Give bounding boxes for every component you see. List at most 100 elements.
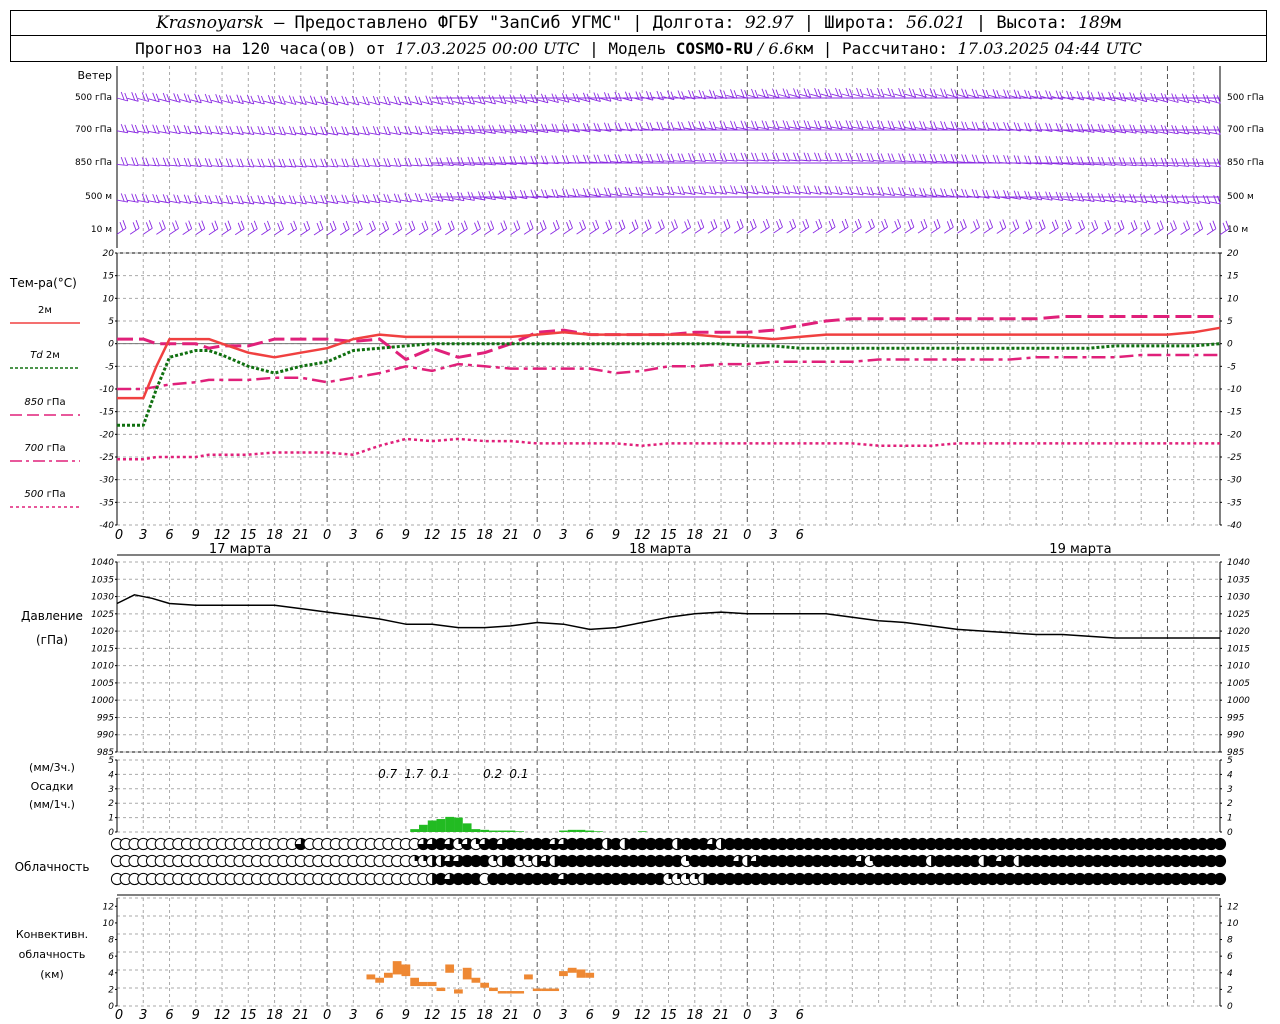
cloud-symbol — [1213, 854, 1227, 868]
x-hour-label-bottom: 18 — [476, 1008, 493, 1023]
temp-legend-prefix: 850 — [24, 397, 43, 408]
pressure-ytick-right: 1015 — [1227, 644, 1250, 654]
x-hour-label-bottom: 6 — [586, 1008, 594, 1023]
precip-bar — [567, 829, 577, 832]
x-hour-label-bottom: 15 — [240, 1008, 257, 1023]
x-hour-label-bottom: 21 — [713, 1008, 730, 1023]
x-hour-label-bottom: 9 — [192, 1008, 200, 1023]
x-hour-label: 21 — [713, 528, 730, 543]
precip-total-label: 0.2 — [483, 767, 502, 781]
x-hour-label-bottom: 6 — [165, 1008, 173, 1023]
pressure-ytick-left: 1000 — [91, 696, 114, 706]
precip-label-3: (мм/1ч.) — [29, 798, 75, 811]
temp-legend-label: 850 гПа — [24, 397, 65, 408]
x-hour-label-bottom: 0 — [743, 1008, 751, 1023]
precip-bar — [480, 829, 490, 832]
x-hour-label: 3 — [769, 528, 777, 543]
day-label: 18 марта — [629, 542, 691, 557]
conv-ytick-right: 2 — [1227, 985, 1233, 995]
wind-level-label-left: 850 гПа — [75, 158, 112, 168]
conv-ytick-left: 10 — [103, 919, 115, 929]
x-hour-label: 3 — [139, 528, 147, 543]
conv-bar — [427, 981, 437, 987]
temp-ytick-right: 15 — [1227, 272, 1239, 282]
precip-bar — [436, 819, 446, 832]
precip-ytick-left: 4 — [108, 770, 114, 780]
x-hour-label: 12 — [634, 528, 651, 543]
conv-bar — [471, 977, 481, 983]
temp-title: Тем-ра(°C) — [9, 276, 77, 290]
pressure-ytick-left: 1015 — [91, 644, 114, 654]
wind-level-label-left: 700 гПа — [75, 125, 112, 135]
conv-bar — [524, 974, 533, 980]
x-hour-label-bottom: 6 — [375, 1008, 383, 1023]
precip-bar — [585, 830, 595, 832]
precip-total-label: 1.7 — [404, 767, 423, 781]
conv-bar — [392, 961, 402, 975]
precip-ytick-left: 5 — [108, 756, 114, 766]
conv-bar — [366, 974, 376, 980]
temp-ytick-left: 0 — [108, 340, 114, 350]
cloud-symbol — [1213, 837, 1227, 851]
x-hour-label-bottom: 12 — [634, 1008, 651, 1023]
temp-legend-unit: гПа — [44, 489, 66, 500]
x-hour-label-bottom: 15 — [660, 1008, 677, 1023]
wind-level-label-left: 10 м — [91, 225, 112, 235]
conv-bar — [410, 977, 420, 987]
pressure-ytick-left: 1040 — [91, 558, 114, 568]
precip-ytick-left: 3 — [108, 785, 114, 795]
x-hour-label: 21 — [503, 528, 520, 543]
x-hour-label-bottom: 0 — [323, 1008, 331, 1023]
precip-ytick-left: 1 — [108, 814, 114, 824]
conv-bar — [497, 991, 507, 994]
temp-legend-unit: 2м — [38, 305, 52, 316]
wind-level-label-right: 850 гПа — [1227, 158, 1264, 168]
temp-ytick-right: 5 — [1227, 317, 1233, 327]
x-hour-label: 18 — [686, 528, 703, 543]
pressure-ytick-left: 1010 — [91, 662, 114, 672]
x-hour-label: 18 — [266, 528, 283, 543]
precip-label-2: Осадки — [31, 780, 74, 793]
conv-bar — [436, 987, 446, 992]
x-hour-label: 9 — [612, 528, 620, 543]
precip-bar — [637, 831, 647, 832]
pressure-title: Давление — [21, 609, 83, 623]
temp-legend-unit: гПа — [44, 397, 66, 408]
wind-title: Ветер — [78, 69, 112, 82]
temp-legend-label: 500 гПа — [24, 489, 65, 500]
temp-ytick-right: -10 — [1227, 385, 1242, 395]
temp-legend-unit: 2м — [43, 350, 60, 361]
conv-bar — [480, 982, 490, 988]
conv-bar — [375, 977, 384, 983]
day-label: 17 марта — [209, 542, 271, 557]
pressure-ytick-left: 1020 — [91, 627, 114, 637]
precip-bar — [410, 829, 420, 832]
day-label: 19 марта — [1049, 542, 1111, 557]
temp-ytick-right: 10 — [1227, 294, 1239, 304]
x-hour-label-bottom: 6 — [796, 1008, 804, 1023]
x-hour-label: 3 — [559, 528, 567, 543]
conv-bar — [576, 969, 586, 978]
conv-bar — [567, 967, 577, 973]
wind-level-label-right: 700 гПа — [1227, 125, 1264, 135]
wind-level-label-right: 10 м — [1227, 225, 1248, 235]
x-hour-label-bottom: 9 — [612, 1008, 620, 1023]
conv-bar — [559, 971, 568, 977]
x-hour-label-bottom: 3 — [349, 1008, 357, 1023]
precip-ytick-right: 4 — [1227, 770, 1233, 780]
x-hour-label-bottom: 18 — [686, 1008, 703, 1023]
temp-ytick-left: -5 — [105, 362, 114, 372]
pressure-ytick-right: 1040 — [1227, 558, 1250, 568]
conv-bar — [383, 972, 393, 978]
x-hour-label: 6 — [586, 528, 594, 543]
precip-bar — [454, 817, 463, 832]
temp-legend-prefix: 500 — [24, 489, 43, 500]
conv-ytick-right: 12 — [1227, 902, 1239, 912]
conv-ytick-left: 6 — [108, 952, 114, 962]
conv-bar — [585, 972, 595, 978]
wind-level-label-right: 500 м — [1227, 192, 1254, 202]
temp-ytick-left: 5 — [108, 317, 114, 327]
pressure-ytick-right: 1010 — [1227, 662, 1250, 672]
conv-ytick-left: 12 — [103, 902, 115, 912]
conv-ytick-right: 10 — [1227, 919, 1239, 929]
